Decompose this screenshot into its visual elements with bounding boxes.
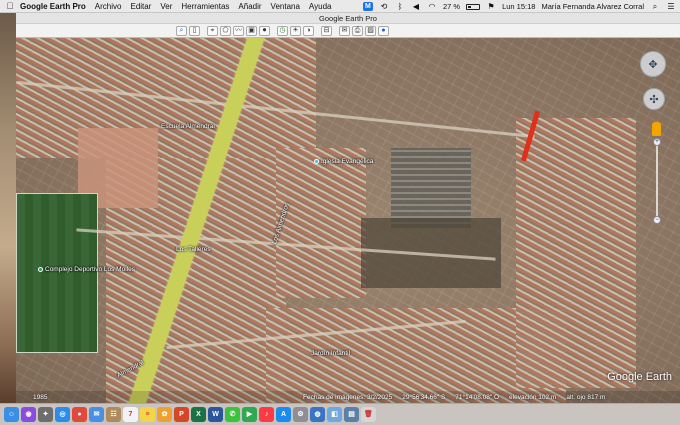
menu-editar[interactable]: Editar bbox=[130, 2, 151, 11]
google-earth-icon[interactable]: ◍ bbox=[310, 407, 325, 422]
menu-bar:  Google Earth Pro Archivo Editar Ver He… bbox=[0, 0, 680, 13]
look-control-icon[interactable]: ✥ bbox=[640, 51, 666, 77]
greenhouses bbox=[391, 148, 471, 228]
bluetooth-icon[interactable]: ᛒ bbox=[395, 2, 405, 11]
place-label[interactable]: Jardín Infantil bbox=[311, 350, 350, 357]
residential-area bbox=[276, 148, 366, 298]
menu-ventana[interactable]: Ventana bbox=[271, 2, 300, 11]
residential-area bbox=[516, 118, 636, 388]
earth-map-view[interactable]: Complejo Deportivo Los Molles Escuela Al… bbox=[16, 38, 680, 403]
eye-altitude: alt. ojo 817 m bbox=[566, 393, 606, 401]
photos-icon[interactable]: ✿ bbox=[157, 407, 172, 422]
ruler-icon[interactable]: ⊟ bbox=[321, 25, 332, 36]
menu-ver[interactable]: Ver bbox=[160, 2, 172, 11]
place-label[interactable]: Iglesia Evangélica bbox=[314, 158, 373, 165]
powerpoint-icon[interactable]: P bbox=[174, 407, 189, 422]
latitude: 29°56'34.66" S bbox=[402, 393, 446, 401]
tour-icon[interactable]: ⏺ bbox=[259, 25, 270, 36]
settings-icon[interactable]: ⚙ bbox=[293, 407, 308, 422]
print-icon[interactable]: ⎙ bbox=[352, 25, 363, 36]
zoom-in-icon[interactable]: + bbox=[653, 138, 661, 146]
zoom-out-icon[interactable]: − bbox=[653, 216, 661, 224]
control-center-icon[interactable]: ☰ bbox=[666, 2, 676, 11]
finder-icon[interactable]: ☺ bbox=[4, 407, 19, 422]
save-image-icon[interactable]: ▨ bbox=[365, 25, 376, 36]
notes-icon[interactable]: ≡ bbox=[140, 407, 155, 422]
email-icon[interactable]: ✉ bbox=[339, 25, 350, 36]
app-menu[interactable]: Google Earth Pro bbox=[20, 2, 86, 11]
facetime-icon[interactable]: ▶ bbox=[242, 407, 257, 422]
sunlight-icon[interactable]: ☀ bbox=[290, 25, 301, 36]
park-pin-icon bbox=[38, 266, 43, 272]
zoom-track[interactable] bbox=[656, 144, 658, 218]
longitude: 71°14'08.08" O bbox=[455, 393, 500, 401]
sports-field bbox=[16, 193, 98, 353]
flag-icon[interactable]: ⚑ bbox=[486, 2, 496, 11]
zoom-slider[interactable]: + − bbox=[653, 138, 661, 224]
planets-icon[interactable]: ◑ bbox=[303, 25, 314, 36]
move-control-icon[interactable]: ✣ bbox=[643, 88, 665, 110]
status-menus: M ⟲ ᛒ ◀ ◠ 27 % ⚑ Lun 15:18 María Fernand… bbox=[362, 0, 676, 13]
sidebar-icon[interactable]: ▯ bbox=[189, 25, 200, 36]
elevation: elevación 102 m bbox=[509, 393, 557, 401]
street-view-pegman-icon[interactable] bbox=[652, 122, 661, 136]
desktop-background bbox=[0, 13, 16, 403]
dock: ☺ ◉ ✦ ◎ ● ✉ ☷ 7 ≡ ✿ P X W ✆ ▶ ♪ A ⚙ ◍ ◧ ▤ 🗑 bbox=[0, 403, 680, 425]
menu-herramientas[interactable]: Herramientas bbox=[181, 2, 229, 11]
toolbar: ⌕ ▯ ⌖ ⬠ 〰 ▣ ⏺ ◷ ☀ ◑ ⊟ ✉ ⎙ ▨ ● bbox=[16, 24, 680, 38]
time-machine-icon[interactable]: ⟲ bbox=[379, 2, 389, 11]
google-earth-window: Google Earth Pro ⌕ ▯ ⌖ ⬠ 〰 ▣ ⏺ ◷ ☀ ◑ ⊟ ✉… bbox=[16, 13, 680, 403]
files-icon[interactable]: ▤ bbox=[344, 407, 359, 422]
mail-icon[interactable]: ✉ bbox=[89, 407, 104, 422]
clock[interactable]: Lun 15:18 bbox=[502, 2, 535, 11]
appstore-icon[interactable]: A bbox=[276, 407, 291, 422]
window-title: Google Earth Pro bbox=[16, 13, 680, 24]
place-label[interactable]: Escuela Almendral bbox=[161, 123, 215, 130]
menu-anadir[interactable]: Añadir bbox=[238, 2, 261, 11]
launchpad-icon[interactable]: ✦ bbox=[38, 407, 53, 422]
music-icon[interactable]: ♪ bbox=[259, 407, 274, 422]
battery-icon[interactable] bbox=[466, 3, 481, 10]
mendeley-icon[interactable]: M bbox=[362, 2, 373, 11]
imagery-year[interactable]: 1985 bbox=[33, 394, 47, 401]
imagery-date: Fechas de imágenes: 3/2/2025 bbox=[303, 393, 393, 401]
place-label[interactable]: Los Talleres bbox=[176, 246, 211, 253]
wifi-icon[interactable]: ◠ bbox=[427, 2, 437, 11]
place-label[interactable]: Complejo Deportivo Los Molles bbox=[38, 266, 135, 273]
siri-icon[interactable]: ◉ bbox=[21, 407, 36, 422]
messages-icon[interactable]: ✆ bbox=[225, 407, 240, 422]
search-icon[interactable]: ⌕ bbox=[650, 2, 660, 11]
status-bar: 1985 Fechas de imágenes: 3/2/2025 29°56'… bbox=[16, 391, 680, 403]
excel-icon[interactable]: X bbox=[191, 407, 206, 422]
placemark-icon[interactable]: ⌖ bbox=[207, 25, 218, 36]
search-panel-icon[interactable]: ⌕ bbox=[176, 25, 187, 36]
menu-ayuda[interactable]: Ayuda bbox=[309, 2, 332, 11]
menu-archivo[interactable]: Archivo bbox=[95, 2, 122, 11]
safari-icon[interactable]: ◎ bbox=[55, 407, 70, 422]
place-pin-icon bbox=[314, 158, 319, 164]
contacts-icon[interactable]: ☷ bbox=[106, 407, 121, 422]
maps-icon[interactable]: ● bbox=[378, 25, 389, 36]
apple-menu-icon[interactable]:  bbox=[0, 1, 20, 11]
battery-percent: 27 % bbox=[442, 2, 461, 11]
word-icon[interactable]: W bbox=[208, 407, 223, 422]
calendar-icon[interactable]: 7 bbox=[123, 407, 138, 422]
overlay-icon[interactable]: ▣ bbox=[246, 25, 257, 36]
trash-icon[interactable]: 🗑 bbox=[361, 407, 376, 422]
volume-icon[interactable]: ◀ bbox=[411, 2, 421, 11]
google-earth-watermark: Google Earth bbox=[607, 371, 672, 383]
user-name[interactable]: María Fernanda Alvarez Corral bbox=[541, 2, 644, 11]
chrome-icon[interactable]: ● bbox=[72, 407, 87, 422]
historical-imagery-icon[interactable]: ◷ bbox=[277, 25, 288, 36]
polygon-icon[interactable]: ⬠ bbox=[220, 25, 231, 36]
path-icon[interactable]: 〰 bbox=[233, 25, 244, 36]
preview-icon[interactable]: ◧ bbox=[327, 407, 342, 422]
